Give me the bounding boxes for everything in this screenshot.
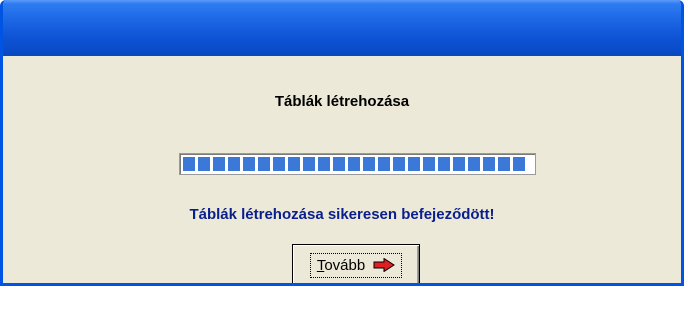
next-button-label: Tovább	[317, 257, 365, 274]
progress-bar-fill	[183, 157, 525, 171]
next-button-label-rest: ovább	[324, 256, 366, 274]
arrow-right-icon	[373, 258, 396, 272]
window-titlebar[interactable]	[3, 0, 681, 56]
status-message: Táblák létrehozása sikeresen befejeződöt…	[189, 206, 495, 223]
titlebar-highlight	[3, 0, 681, 4]
next-button-focus-ring: Tovább	[309, 252, 403, 278]
installer-dialog-window: Táblák létrehozása Táblák létrehozása si…	[0, 0, 684, 286]
dialog-heading: Táblák létrehozása	[274, 93, 410, 110]
progress-bar	[179, 153, 536, 175]
next-button[interactable]: Tovább	[292, 244, 420, 283]
